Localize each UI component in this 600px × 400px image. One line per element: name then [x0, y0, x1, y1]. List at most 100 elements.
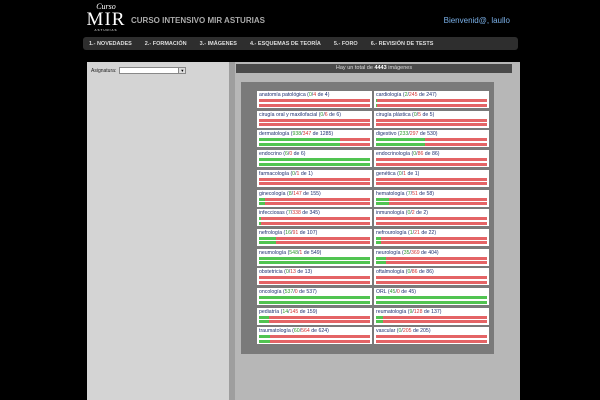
site-title: CURSO INTENSIVO MIR ASTURIAS — [131, 16, 265, 25]
subject-card[interactable]: reumatología (9/128 de 137) — [374, 307, 489, 325]
subject-card[interactable]: neurología (35/369 de 404) — [374, 248, 489, 266]
subject-card-label[interactable]: endocrinología (0/86 de 86) — [376, 151, 440, 157]
progress-bar-fill — [259, 236, 276, 240]
subject-card-label[interactable]: obstetricia (0/13 de 13) — [259, 269, 312, 275]
progress-bar — [376, 162, 487, 166]
nav-item-revision-tests[interactable]: 6.- REVISIÓN DE TESTS — [371, 41, 434, 47]
site-logo[interactable]: Curso MIR ASTURIAS — [86, 3, 126, 33]
subject-card[interactable]: inmunología (0/2 de 2) — [374, 209, 489, 227]
paren-close: ) — [314, 289, 317, 295]
total-suffix: imágenes — [388, 65, 413, 71]
progress-bar-fill — [259, 339, 270, 343]
progress-bar-fill — [259, 162, 370, 166]
subject-card[interactable]: endocrino (6/0 de 6) — [257, 150, 372, 168]
sidebar: Asignatura: ▼ — [87, 62, 229, 400]
subject-card[interactable]: genética (0/1 de 1) — [374, 169, 489, 187]
correct-count: 548 — [289, 249, 298, 256]
subject-card-label[interactable]: traumatología (60/564 de 624) — [259, 328, 329, 334]
subject-card-label[interactable]: dermatología (938/347 de 1285) — [259, 131, 333, 137]
paren-close: ) — [435, 131, 438, 138]
subject-card[interactable]: dermatología (938/347 de 1285) — [257, 130, 372, 148]
subject-card-label[interactable]: inmunología (0/2 de 2) — [376, 210, 428, 216]
subject-card[interactable]: cardiología (2/245 de 247) — [374, 91, 489, 108]
subject-card[interactable]: pediatría (14/145 de 159) — [257, 307, 372, 325]
subject-card-label[interactable]: oftalmología (0/86 de 86) — [376, 269, 434, 275]
subject-card[interactable]: oftalmología (0/86 de 86) — [374, 268, 489, 286]
subject-card-label[interactable]: endocrino (6/0 de 6) — [259, 151, 305, 157]
subject-name: neurología — [376, 249, 401, 256]
progress-bar — [376, 315, 487, 319]
total-count: 1285 — [319, 131, 332, 138]
subject-card[interactable]: anatomía patológica (0/4 de 4) — [257, 91, 372, 108]
subject-select[interactable]: ▼ — [119, 67, 187, 74]
subject-card[interactable]: oncología (537/0 de 537) — [257, 288, 372, 305]
subject-card[interactable]: vascular (0/205 de 205) — [374, 327, 489, 345]
subject-name: dermatología — [259, 131, 290, 138]
subject-name: traumatología — [259, 328, 291, 335]
wrong-count: 347 — [302, 131, 312, 138]
subject-name: pediatría — [259, 308, 280, 315]
progress-bar — [259, 138, 370, 142]
subject-card-label[interactable]: cirugía plástica (0/5 de 5) — [376, 112, 434, 118]
total-count: 107 — [306, 229, 316, 236]
subject-card[interactable]: neumología (548/1 de 549) — [257, 248, 372, 266]
subject-card[interactable]: ginecología (8/147 de 155) — [257, 189, 372, 207]
subject-card-label[interactable]: genética (0/1 de 1) — [376, 171, 419, 177]
subject-card-label[interactable]: ginecología (8/147 de 155) — [259, 191, 321, 197]
subject-card-label[interactable]: neurología (35/369 de 404) — [376, 250, 439, 256]
subject-card[interactable]: obstetricia (0/13 de 13) — [257, 268, 372, 286]
subject-name: ginecología — [259, 190, 286, 197]
subject-card-label[interactable]: farmacología (0/1 de 1) — [259, 171, 313, 177]
progress-bar — [259, 197, 370, 201]
subject-card-label[interactable]: infecciosas (7/338 de 345) — [259, 210, 320, 216]
progress-bar — [376, 217, 487, 221]
subject-name: obstetricia — [259, 269, 283, 276]
progress-bar-fill — [259, 221, 262, 225]
nav-item-imagenes[interactable]: 3.- IMÁGENES — [200, 41, 237, 47]
subject-card[interactable]: nefrología (16/91 de 107) — [257, 228, 372, 246]
subject-card-label[interactable]: pediatría (14/145 de 159) — [259, 309, 317, 315]
chevron-down-icon[interactable]: ▼ — [178, 68, 186, 73]
nav-item-novedades[interactable]: 1.- NOVEDADES — [89, 41, 132, 47]
nav-item-formacion[interactable]: 2.- FORMACIÓN — [145, 41, 187, 47]
de-text: de — [316, 92, 325, 98]
subject-card-label[interactable]: reumatología (9/128 de 137) — [376, 309, 442, 315]
total-count: 137 — [431, 308, 440, 315]
subject-card[interactable]: ORL (45/0 de 45) — [374, 288, 489, 305]
subject-card-label[interactable]: oncología (537/0 de 537) — [259, 289, 317, 295]
progress-bar-fill — [259, 241, 276, 245]
subject-card-label[interactable]: ORL (45/0 de 45) — [376, 289, 416, 295]
progress-bar — [376, 123, 487, 127]
subject-card-label[interactable]: digestivo (233/297 de 530) — [376, 131, 437, 137]
subject-card-label[interactable]: neumología (548/1 de 549) — [259, 250, 321, 256]
nav-item-esquemas[interactable]: 4.- ESQUEMAS DE TEORÍA — [250, 41, 321, 47]
nav-item-foro[interactable]: 5.- FORO — [334, 41, 358, 47]
subject-card[interactable]: hematología (7/51 de 58) — [374, 189, 489, 207]
subject-card[interactable]: farmacología (0/1 de 1) — [257, 169, 372, 187]
subject-card-label[interactable]: nefrourología (1/21 de 22) — [376, 230, 436, 236]
subject-card-label[interactable]: hematología (7/51 de 58) — [376, 191, 434, 197]
subject-card[interactable]: cirugía oral y maxilofacial (0/6 de 6) — [257, 110, 372, 128]
subject-filter: Asignatura: ▼ — [91, 67, 187, 74]
subject-card-label[interactable]: vascular (0/205 de 205) — [376, 328, 431, 334]
subject-card[interactable]: digestivo (233/297 de 530) — [374, 130, 489, 148]
paren-close: ) — [414, 289, 416, 295]
subject-name: infecciosas — [259, 210, 285, 217]
subject-card[interactable]: nefrourología (1/21 de 22) — [374, 228, 489, 246]
subject-card[interactable]: infecciosas (7/338 de 345) — [257, 209, 372, 227]
de-text: de — [311, 131, 320, 138]
subject-name: nefrología — [259, 229, 283, 236]
subject-name: oncología — [259, 289, 282, 295]
subject-card[interactable]: endocrinología (0/86 de 86) — [374, 150, 489, 168]
de-text: de — [295, 269, 305, 276]
progress-bar — [376, 142, 487, 146]
subject-card-label[interactable]: nefrología (16/91 de 107) — [259, 230, 317, 236]
subject-card[interactable]: traumatología (60/564 de 624) — [257, 327, 372, 345]
subject-card[interactable]: cirugía plástica (0/5 de 5) — [374, 110, 489, 128]
subject-card-label[interactable]: cirugía oral y maxilofacial (0/6 de 6) — [259, 112, 341, 118]
de-text: de — [411, 328, 421, 335]
welcome-user-link[interactable]: Bienvenid@, laullo — [444, 16, 510, 25]
progress-bar — [376, 202, 487, 205]
subject-card-label[interactable]: cardiología (2/245 de 247) — [376, 92, 437, 98]
subject-card-label[interactable]: anatomía patológica (0/4 de 4) — [259, 92, 329, 98]
